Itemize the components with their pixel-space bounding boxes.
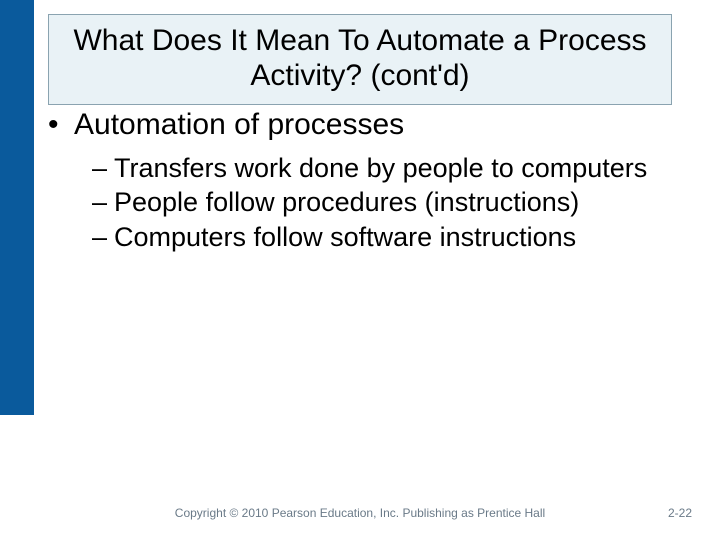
slide-body: • Automation of processes – Transfers wo… — [44, 108, 684, 255]
footer-copyright: Copyright © 2010 Pearson Education, Inc.… — [0, 506, 720, 520]
side-accent-band — [0, 0, 34, 415]
bullet-level2: – People follow procedures (instructions… — [92, 186, 684, 218]
bullet-level1-text: Automation of processes — [74, 108, 404, 142]
bullet-level2-text: Transfers work done by people to compute… — [114, 152, 684, 184]
dash-icon: – — [92, 221, 114, 253]
slide-title: What Does It Mean To Automate a Process … — [69, 23, 651, 94]
slide-title-box: What Does It Mean To Automate a Process … — [48, 14, 672, 105]
dash-icon: – — [92, 152, 114, 184]
bullet-level1: • Automation of processes — [44, 108, 684, 142]
bullet-level2-text: People follow procedures (instructions) — [114, 186, 684, 218]
dash-icon: – — [92, 186, 114, 218]
bullet-level2: – Computers follow software instructions — [92, 221, 684, 253]
bullet-dot-icon: • — [44, 108, 74, 142]
bullet-level2: – Transfers work done by people to compu… — [92, 152, 684, 184]
bullet-level2-group: – Transfers work done by people to compu… — [92, 152, 684, 253]
page-number: 2-22 — [668, 506, 692, 520]
bullet-level2-text: Computers follow software instructions — [114, 221, 684, 253]
